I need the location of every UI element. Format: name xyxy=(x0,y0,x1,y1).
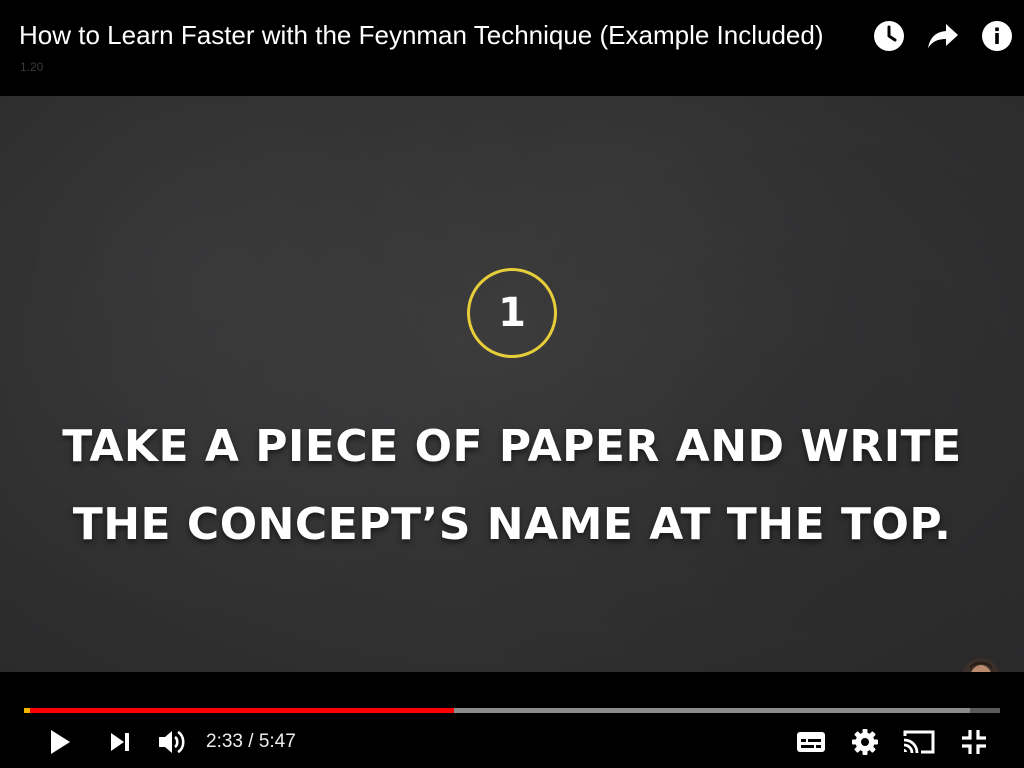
next-button[interactable] xyxy=(100,722,140,762)
video-title[interactable]: How to Learn Faster with the Feynman Tec… xyxy=(19,18,859,52)
cast-button[interactable] xyxy=(897,722,941,762)
video-player: How to Learn Faster with the Feynman Tec… xyxy=(0,0,1024,768)
watch-later-icon xyxy=(874,21,904,51)
top-actions xyxy=(862,14,1024,58)
progress-played xyxy=(24,708,455,713)
play-button[interactable] xyxy=(40,722,80,762)
share-icon xyxy=(928,24,958,48)
duration: 5:47 xyxy=(258,731,296,752)
info-icon xyxy=(982,21,1012,51)
cast-icon xyxy=(903,730,935,754)
watch-later-button[interactable] xyxy=(862,14,916,58)
progress-chapter-marker xyxy=(24,708,30,713)
small-label: 1.20 xyxy=(20,60,44,74)
settings-button[interactable] xyxy=(844,722,886,762)
info-button[interactable] xyxy=(970,14,1024,58)
video-caption: TAKE A PIECE OF PAPER AND WRITE THE CONC… xyxy=(40,408,984,564)
time-separator: / xyxy=(242,731,259,752)
exit-fullscreen-button[interactable] xyxy=(954,722,994,762)
volume-icon xyxy=(159,730,185,754)
settings-icon xyxy=(852,729,878,755)
play-icon xyxy=(51,730,70,754)
control-row: 2:33 / 5:47 xyxy=(0,722,1024,762)
control-bar: 2:33 / 5:47 xyxy=(0,672,1024,768)
next-icon xyxy=(111,733,129,751)
progress-bar[interactable] xyxy=(24,708,1000,713)
video-frame[interactable]: 1 TAKE A PIECE OF PAPER AND WRITE THE CO… xyxy=(0,96,1024,672)
step-number-badge: 1 xyxy=(467,268,557,358)
caption-line-1: TAKE A PIECE OF PAPER AND WRITE xyxy=(62,421,962,472)
caption-line-2: THE CONCEPT’S NAME AT THE TOP. xyxy=(72,499,952,550)
subtitles-button[interactable] xyxy=(790,722,832,762)
top-bar: How to Learn Faster with the Feynman Tec… xyxy=(0,0,1024,96)
exit-fullscreen-icon xyxy=(962,730,986,754)
subtitles-icon xyxy=(797,732,825,752)
current-time: 2:33 xyxy=(206,731,243,752)
share-button[interactable] xyxy=(916,14,970,58)
time-display: 2:33 / 5:47 xyxy=(206,722,296,762)
volume-button[interactable] xyxy=(152,722,192,762)
